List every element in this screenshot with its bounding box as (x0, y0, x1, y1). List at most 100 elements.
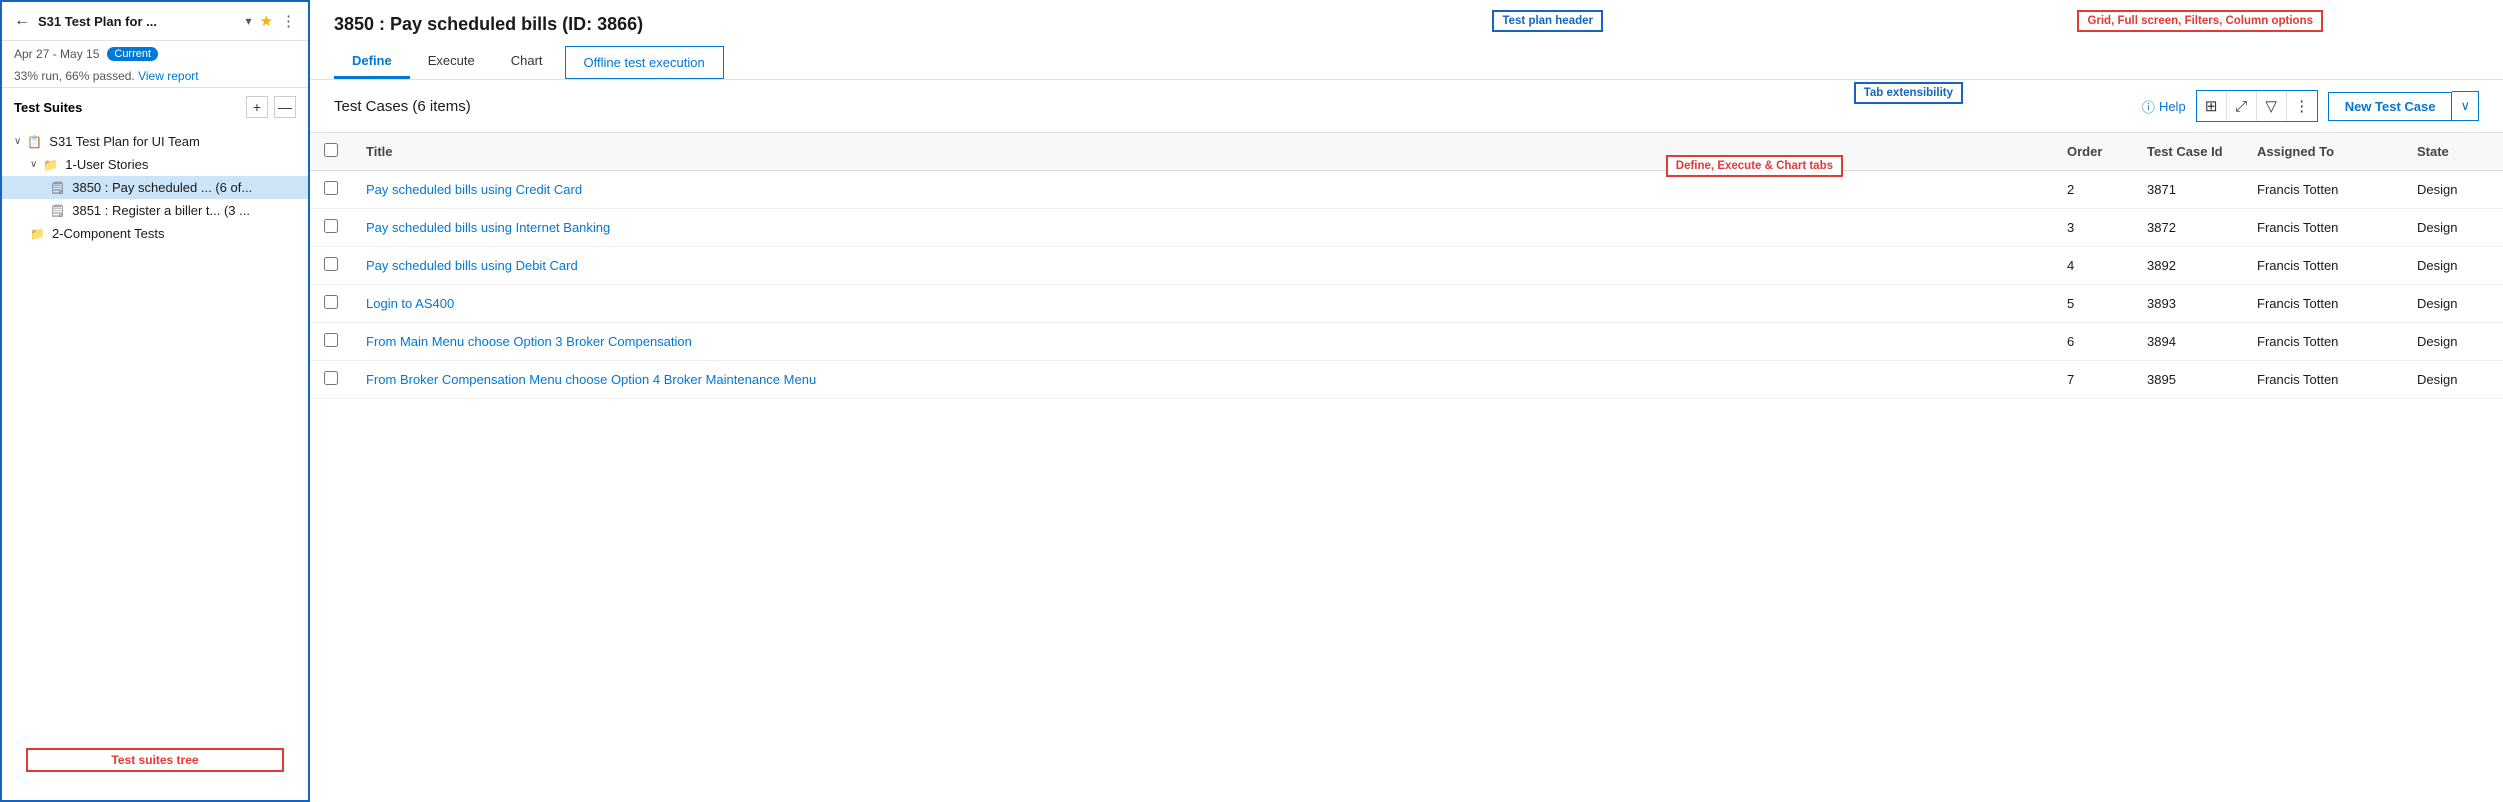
row-order-4: 6 (2053, 323, 2133, 361)
tree-item-component-tests[interactable]: 📁 2-Component Tests (2, 222, 308, 245)
plan-icon: 📋 (27, 135, 42, 149)
row-title-link-5[interactable]: From Broker Compensation Menu choose Opt… (366, 372, 816, 387)
test-cases-table-container: Title Order Test Case Id Assigned To Sta… (310, 133, 2503, 802)
row-id-1: 3872 (2133, 209, 2243, 247)
tree-label-0: S31 Test Plan for UI Team (49, 134, 200, 149)
tab-chart[interactable]: Chart (493, 45, 561, 79)
icon-group: ⊞ ⤢ ▽ ⋮ (2196, 90, 2318, 122)
tree-item-user-stories[interactable]: ∨ 📁 1-User Stories (2, 153, 308, 176)
table-row: Pay scheduled bills using Debit Card 4 3… (310, 247, 2503, 285)
grid-view-button[interactable]: ⊞ (2197, 91, 2227, 121)
folder-icon-4: 📁 (30, 227, 45, 241)
row-order-3: 5 (2053, 285, 2133, 323)
row-assigned-2: Francis Totten (2243, 247, 2403, 285)
row-state-3: Design (2403, 285, 2503, 323)
row-assigned-3: Francis Totten (2243, 285, 2403, 323)
tree-arrow-1: ∨ (30, 159, 37, 170)
row-id-0: 3871 (2133, 171, 2243, 209)
new-test-case-button[interactable]: New Test Case (2328, 92, 2453, 121)
row-id-2: 3892 (2133, 247, 2243, 285)
col-header-id: Test Case Id (2133, 133, 2243, 171)
tree-label-2: 3850 : Pay scheduled ... (6 of... (72, 180, 252, 195)
row-checkbox-0[interactable] (324, 181, 338, 195)
row-assigned-5: Francis Totten (2243, 361, 2403, 399)
row-assigned-0: Francis Totten (2243, 171, 2403, 209)
row-title-link-0[interactable]: Pay scheduled bills using Credit Card (366, 182, 582, 197)
chevron-down-icon[interactable]: ▾ (246, 14, 252, 28)
row-title-1: Pay scheduled bills using Internet Banki… (352, 209, 2053, 247)
col-header-state: State (2403, 133, 2503, 171)
row-title-link-1[interactable]: Pay scheduled bills using Internet Banki… (366, 220, 610, 235)
row-state-1: Design (2403, 209, 2503, 247)
row-title-2: Pay scheduled bills using Debit Card (352, 247, 2053, 285)
suite-tree: ∨ 📋 S31 Test Plan for UI Team ∨ 📁 1-User… (2, 126, 308, 720)
row-checkbox-5[interactable] (324, 371, 338, 385)
row-checkbox-cell (310, 323, 352, 361)
col-header-order: Order (2053, 133, 2133, 171)
fullscreen-button[interactable]: ⤢ (2227, 91, 2257, 121)
test-suites-tree-annotation: Test suites tree (26, 748, 284, 772)
row-state-2: Design (2403, 247, 2503, 285)
row-checkbox-cell (310, 247, 352, 285)
row-title-link-3[interactable]: Login to AS400 (366, 296, 454, 311)
row-assigned-1: Francis Totten (2243, 209, 2403, 247)
row-title-0: Pay scheduled bills using Credit Card (352, 171, 2053, 209)
more-icon[interactable]: ⋮ (281, 12, 296, 30)
tree-label-3: 3851 : Register a biller t... (3 ... (72, 203, 250, 218)
suite-icon-2: 🗒 (50, 181, 65, 195)
plan-meta: Apr 27 - May 15 Current (2, 41, 308, 69)
row-title-link-4[interactable]: From Main Menu choose Option 3 Broker Co… (366, 334, 692, 349)
tree-label-1: 1-User Stories (65, 157, 148, 172)
row-state-0: Design (2403, 171, 2503, 209)
collapse-suite-button[interactable]: — (274, 96, 296, 118)
help-label: Help (2159, 99, 2186, 114)
tab-execute[interactable]: Execute (410, 45, 493, 79)
suite-header: Test Suites + — (2, 87, 308, 126)
filter-button[interactable]: ▽ (2257, 91, 2287, 121)
row-id-5: 3895 (2133, 361, 2243, 399)
plan-title: S31 Test Plan for ... (38, 14, 238, 29)
row-checkbox-1[interactable] (324, 219, 338, 233)
tree-item-plan[interactable]: ∨ 📋 S31 Test Plan for UI Team (2, 130, 308, 153)
new-test-case-dropdown[interactable]: ∨ (2452, 91, 2479, 121)
row-state-4: Design (2403, 323, 2503, 361)
tree-item-suite-3851[interactable]: 🗒 3851 : Register a biller t... (3 ... (2, 199, 308, 222)
folder-icon-1: 📁 (43, 158, 58, 172)
select-all-checkbox[interactable] (324, 143, 338, 157)
test-cases-table: Title Order Test Case Id Assigned To Sta… (310, 133, 2503, 399)
page-title: 3850 : Pay scheduled bills (ID: 3866) (334, 14, 2479, 35)
row-checkbox-2[interactable] (324, 257, 338, 271)
main-top: 3850 : Pay scheduled bills (ID: 3866) De… (310, 0, 2503, 80)
help-link[interactable]: ⓘ Help (2142, 97, 2186, 116)
row-title-5: From Broker Compensation Menu choose Opt… (352, 361, 2053, 399)
row-title-3: Login to AS400 (352, 285, 2053, 323)
row-order-1: 3 (2053, 209, 2133, 247)
current-badge: Current (107, 47, 158, 61)
star-icon[interactable]: ★ (260, 12, 273, 30)
section-title: Test Cases (6 items) (334, 98, 471, 115)
row-checkbox-cell (310, 361, 352, 399)
row-id-4: 3894 (2133, 323, 2243, 361)
tab-define[interactable]: Define (334, 45, 410, 79)
add-suite-button[interactable]: + (246, 96, 268, 118)
row-checkbox-4[interactable] (324, 333, 338, 347)
row-order-0: 2 (2053, 171, 2133, 209)
toolbar: Test Cases (6 items) ⓘ Help ⊞ ⤢ ▽ ⋮ New … (310, 80, 2503, 133)
table-row: From Main Menu choose Option 3 Broker Co… (310, 323, 2503, 361)
tree-label-4: 2-Component Tests (52, 226, 165, 241)
row-checkbox-cell (310, 171, 352, 209)
table-row: From Broker Compensation Menu choose Opt… (310, 361, 2503, 399)
row-checkbox-3[interactable] (324, 295, 338, 309)
toolbar-right: ⓘ Help ⊞ ⤢ ▽ ⋮ New Test Case ∨ (2142, 90, 2479, 122)
table-row: Login to AS400 5 3893 Francis Totten Des… (310, 285, 2503, 323)
row-title-link-2[interactable]: Pay scheduled bills using Debit Card (366, 258, 578, 273)
back-button[interactable]: ← (14, 12, 30, 30)
tab-offline[interactable]: Offline test execution (565, 46, 724, 79)
view-report-link[interactable]: View report (138, 69, 198, 83)
new-test-case-button-group: New Test Case ∨ (2328, 91, 2479, 121)
row-assigned-4: Francis Totten (2243, 323, 2403, 361)
tab-bar: Define Execute Chart Offline test execut… (334, 45, 2479, 79)
tree-item-suite-3850[interactable]: 🗒 3850 : Pay scheduled ... (6 of... (2, 176, 308, 199)
table-row: Pay scheduled bills using Internet Banki… (310, 209, 2503, 247)
more-options-button[interactable]: ⋮ (2287, 91, 2317, 121)
